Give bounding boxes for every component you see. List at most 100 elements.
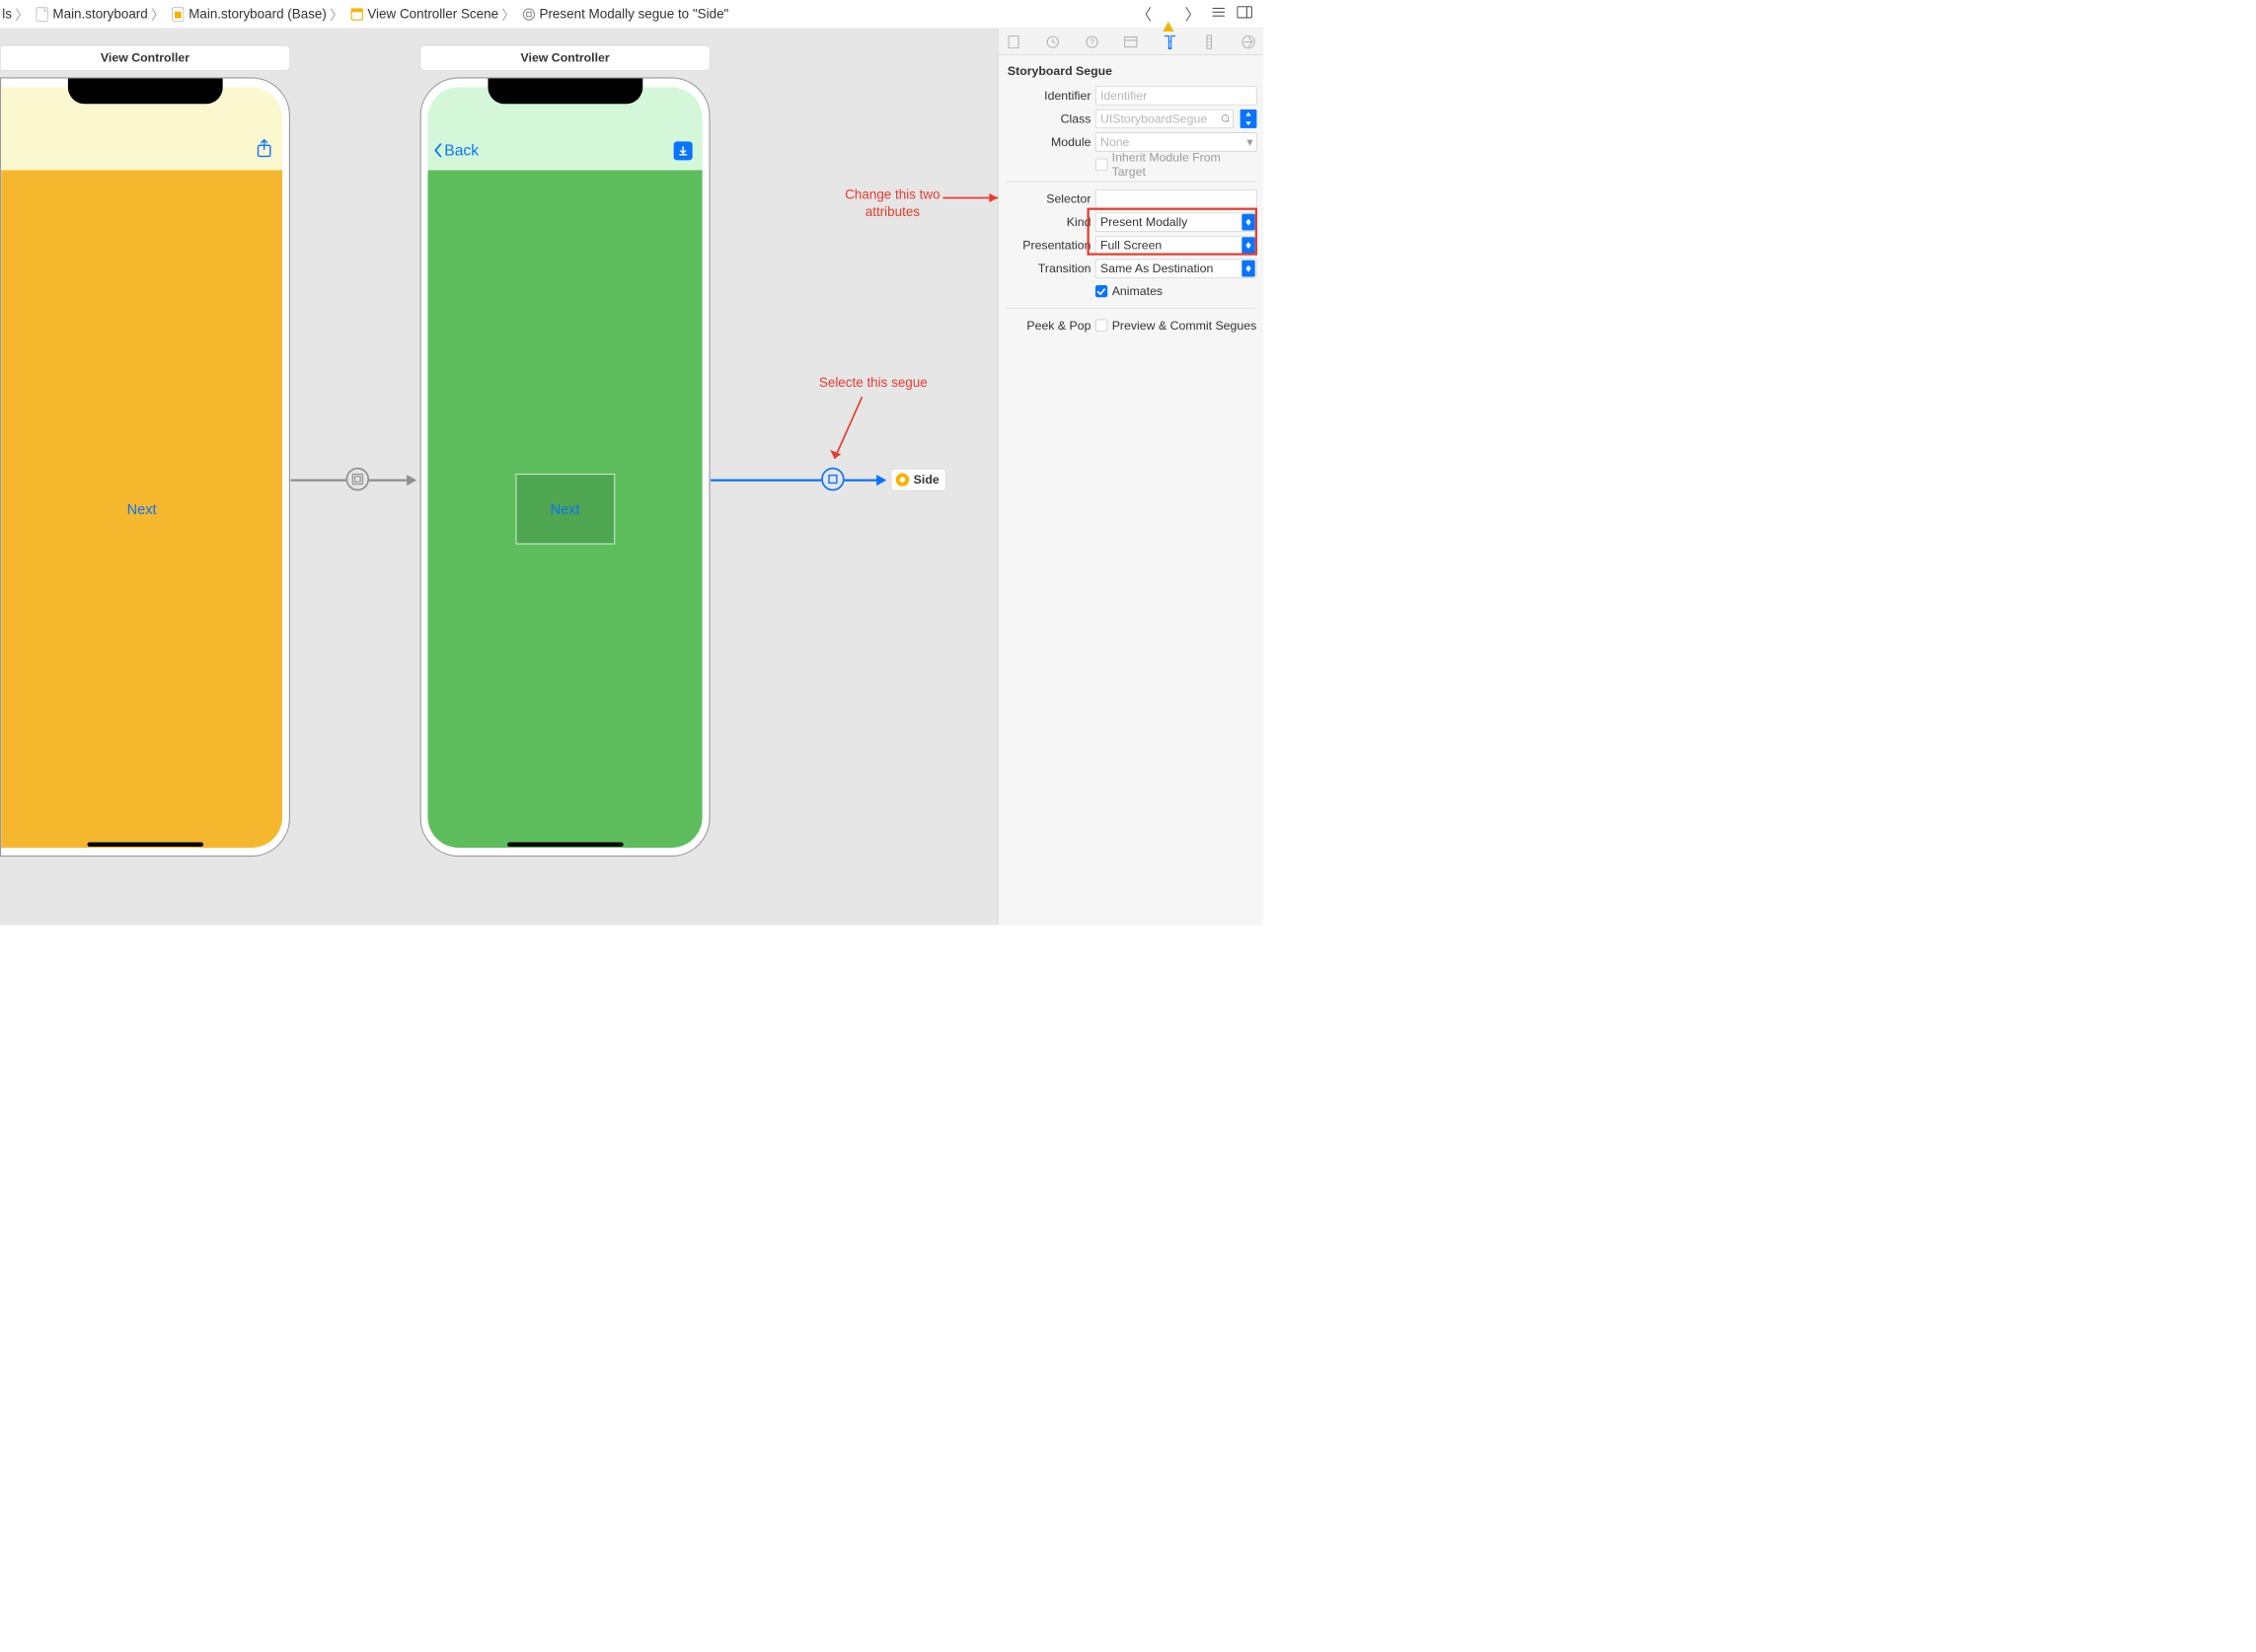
identity-inspector-tab-icon[interactable]: [1124, 35, 1139, 49]
top-right-controls: 〈 〉: [1136, 3, 1259, 25]
size-inspector-tab-icon[interactable]: [1202, 35, 1217, 49]
back-label: Back: [444, 141, 479, 159]
embed-segue-icon: [351, 473, 363, 485]
breadcrumb-item-base[interactable]: Main.storyboard (Base) 〉: [169, 4, 345, 24]
chevron-right-icon: 〉: [501, 4, 514, 24]
field-label: Class: [1006, 112, 1091, 126]
chevron-right-icon: 〉: [15, 4, 28, 24]
assistant-toggle-icon[interactable]: [1237, 6, 1252, 22]
warning-icon[interactable]: [1163, 6, 1173, 22]
field-label: Module: [1006, 135, 1091, 150]
inspector-tabs: ?: [999, 29, 1263, 55]
field-label: Selector: [1006, 191, 1091, 206]
chevron-down-icon: ▾: [1246, 135, 1252, 150]
inherit-row: Inherit Module From Target: [1006, 154, 1257, 176]
outline-toggle-icon[interactable]: [1212, 6, 1227, 22]
view-body: Next: [427, 170, 702, 848]
divider: [1006, 308, 1257, 309]
kind-select[interactable]: Present Modally: [1095, 213, 1257, 232]
presentation-row: Presentation Full Screen: [1006, 234, 1257, 258]
present-modally-segue-icon: [827, 473, 839, 485]
animates-row: Animates: [1006, 280, 1257, 302]
scene-reference-side[interactable]: Side: [891, 469, 946, 490]
identifier-input[interactable]: Identifier: [1095, 86, 1257, 105]
annotation-arrow-icon: [823, 394, 867, 471]
inherit-checkbox[interactable]: [1095, 159, 1107, 171]
scene-title: View Controller: [0, 45, 290, 71]
connections-inspector-tab-icon[interactable]: [1241, 35, 1256, 49]
history-inspector-tab-icon[interactable]: [1045, 35, 1060, 49]
peekpop-row: Peek & Pop Preview & Commit Segues: [1006, 314, 1257, 338]
vc-icon: [896, 473, 909, 486]
chevron-up-icon: [1241, 110, 1257, 119]
module-combobox[interactable]: None ▾: [1095, 132, 1257, 151]
class-stepper[interactable]: [1241, 110, 1257, 128]
annotation-text-line1: Change this two: [845, 188, 940, 202]
segue-node-embed[interactable]: [346, 468, 370, 491]
chevron-down-icon: [1241, 118, 1257, 128]
scene-title-label: View Controller: [101, 51, 189, 66]
field-label: Identifier: [1006, 89, 1091, 104]
device-preview[interactable]: Back Next: [420, 77, 711, 857]
field-label: Peek & Pop: [1006, 319, 1091, 334]
segue-node-present-modally[interactable]: [821, 468, 845, 491]
breadcrumb-item-pre[interactable]: ls 〉: [0, 4, 31, 24]
main-split: View Controller Next: [0, 29, 1263, 925]
class-combobox[interactable]: UIStoryboardSegue: [1095, 110, 1234, 128]
scene-view-controller-1[interactable]: View Controller Next: [0, 45, 290, 857]
peekpop-checkbox[interactable]: [1095, 320, 1107, 332]
help-inspector-tab-icon[interactable]: ?: [1085, 35, 1099, 49]
breadcrumb-item-storyboard[interactable]: Main.storyboard 〉: [33, 4, 167, 24]
breadcrumb-label: Main.storyboard: [52, 6, 147, 22]
device-notch: [488, 79, 642, 105]
top-bar: ls 〉 Main.storyboard 〉 Main.storyboard (…: [0, 0, 1263, 29]
segue-connector-selected: [845, 480, 878, 482]
container-view[interactable]: Next: [515, 474, 615, 545]
storyboard-file-icon: [35, 7, 49, 22]
class-row: Class UIStoryboardSegue: [1006, 108, 1257, 131]
back-button[interactable]: Back: [433, 141, 479, 159]
download-icon[interactable]: [674, 141, 693, 160]
view-body: Next: [1, 170, 282, 848]
chevron-left-icon: [433, 142, 443, 158]
arrowhead-icon: [407, 475, 416, 486]
storyboard-canvas[interactable]: View Controller Next: [0, 29, 998, 925]
nav-back-button[interactable]: 〈: [1136, 3, 1152, 25]
module-row: Module None ▾: [1006, 130, 1257, 154]
select-stepper-icon: [1241, 261, 1254, 277]
checkbox-label: Inherit Module From Target: [1112, 150, 1257, 179]
checkbox-label: Preview & Commit Segues: [1112, 319, 1257, 334]
annotation-text-line2: attributes: [865, 204, 920, 219]
scene-view-controller-2[interactable]: View Controller Back: [420, 45, 711, 857]
placeholder-text: None: [1100, 135, 1129, 150]
breadcrumb-item-scene[interactable]: View Controller Scene 〉: [347, 4, 517, 24]
nav-forward-button[interactable]: 〉: [1185, 3, 1201, 25]
transition-row: Transition Same As Destination: [1006, 257, 1257, 280]
segue-icon: [522, 7, 537, 22]
checkbox-label: Animates: [1112, 284, 1163, 299]
placeholder-text: Identifier: [1100, 89, 1147, 104]
field-label: Kind: [1006, 215, 1091, 230]
attributes-inspector-tab-icon[interactable]: [1163, 35, 1177, 49]
breadcrumb-label: View Controller Scene: [367, 6, 498, 22]
next-button[interactable]: Next: [551, 500, 580, 517]
share-icon[interactable]: [256, 139, 272, 161]
breadcrumb-item-segue[interactable]: Present Modally segue to "Side": [519, 6, 730, 22]
svg-text:?: ?: [1090, 38, 1094, 46]
annotation-arrow-icon: [942, 189, 998, 211]
section-heading: Storyboard Segue: [1006, 62, 1257, 84]
chevron-right-icon: 〉: [151, 4, 164, 24]
inspector-body: Storyboard Segue Identifier Identifier C…: [999, 55, 1263, 343]
file-inspector-tab-icon[interactable]: [1007, 35, 1021, 49]
presentation-select[interactable]: Full Screen: [1095, 236, 1257, 255]
selector-input[interactable]: [1095, 189, 1257, 208]
segue-connector: [291, 480, 346, 482]
placeholder-text: UIStoryboardSegue: [1100, 112, 1207, 126]
breadcrumb-label: Main.storyboard (Base): [188, 6, 327, 22]
segue-connector-selected[interactable]: [711, 480, 821, 482]
home-indicator: [87, 842, 203, 846]
animates-checkbox[interactable]: [1095, 285, 1107, 297]
next-button[interactable]: Next: [127, 500, 157, 517]
device-preview[interactable]: Next: [0, 77, 290, 857]
transition-select[interactable]: Same As Destination: [1095, 260, 1257, 278]
